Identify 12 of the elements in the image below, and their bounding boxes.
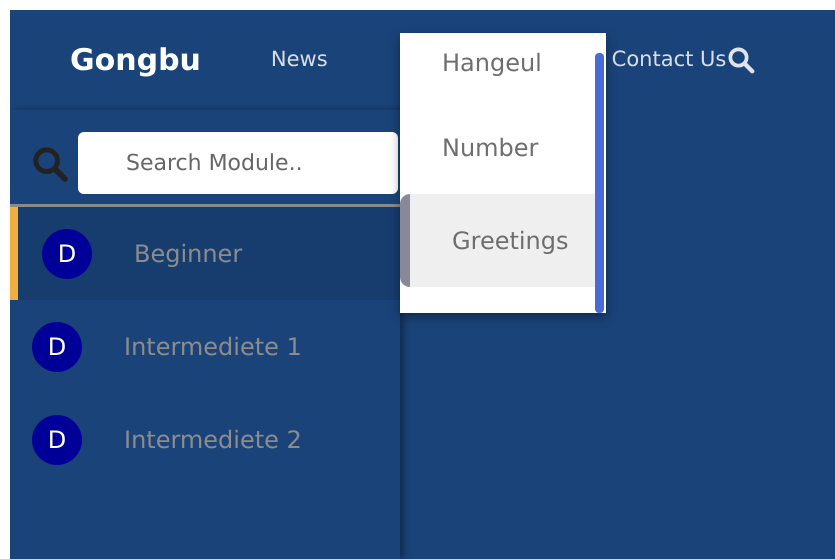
- scrollbar-thumb[interactable]: [595, 53, 604, 313]
- dropdown-item[interactable]: Greetings: [400, 194, 596, 287]
- sidebar-item[interactable]: D Beginner: [10, 207, 400, 300]
- sidebar-item[interactable]: D Intermediete 2: [10, 393, 400, 486]
- sidebar-item[interactable]: D Intermediete 1: [10, 300, 400, 393]
- nav-link[interactable]: News: [270, 44, 328, 76]
- brand-logo[interactable]: Gongbu: [70, 38, 201, 82]
- dropdown-item[interactable]: Number: [400, 101, 596, 194]
- nav-link[interactable]: Contact Us: [612, 44, 726, 76]
- search-field[interactable]: Search Module..: [78, 132, 398, 194]
- search-icon[interactable]: [726, 45, 756, 75]
- dropdown-item[interactable]: Hangeul: [400, 33, 596, 101]
